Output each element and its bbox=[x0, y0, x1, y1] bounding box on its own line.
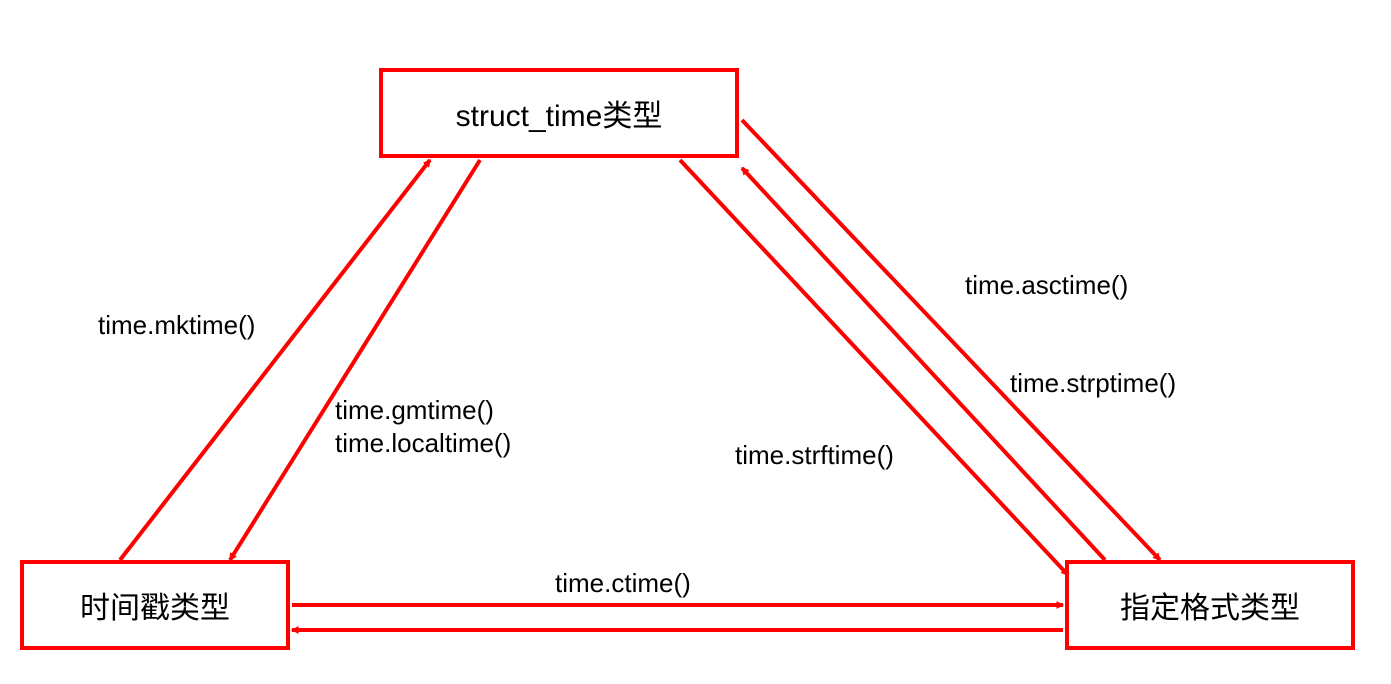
edge-label-asctime: time.asctime() bbox=[965, 270, 1128, 301]
edge-label-strptime: time.strptime() bbox=[1010, 368, 1176, 399]
edge-label-mktime: time.mktime() bbox=[98, 310, 255, 341]
node-timestamp-label: 时间戳类型 bbox=[80, 583, 230, 627]
arrow-mktime bbox=[120, 160, 430, 560]
arrow-asctime bbox=[742, 120, 1160, 560]
node-timestamp: 时间戳类型 bbox=[20, 560, 290, 650]
node-formatted-label: 指定格式类型 bbox=[1120, 583, 1300, 627]
node-struct-time-label: struct_time类型 bbox=[456, 91, 663, 135]
arrow-gmtime-localtime bbox=[230, 160, 480, 560]
edge-label-ctime: time.ctime() bbox=[555, 568, 691, 599]
edge-label-strftime: time.strftime() bbox=[735, 440, 894, 471]
node-formatted: 指定格式类型 bbox=[1065, 560, 1355, 650]
edge-label-localtime: time.localtime() bbox=[335, 428, 511, 459]
edge-label-gmtime: time.gmtime() bbox=[335, 395, 494, 426]
diagram-canvas: struct_time类型 时间戳类型 指定格式类型 time.mktime()… bbox=[0, 0, 1391, 684]
arrow-strptime bbox=[742, 168, 1105, 560]
node-struct-time: struct_time类型 bbox=[379, 68, 739, 158]
